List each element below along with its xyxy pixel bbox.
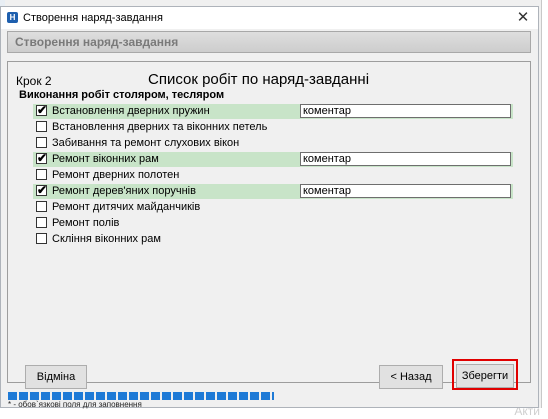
header-bar: Створення наряд-завдання: [7, 31, 531, 53]
panel-title: Список робіт по наряд-завданні: [148, 71, 370, 88]
progress-fill: [8, 392, 274, 400]
task-label: Скління віконних рам: [52, 233, 161, 245]
save-button[interactable]: Зберегти: [456, 364, 514, 388]
progress-segment-gap: [215, 392, 217, 400]
required-fields-note: * - обов`язкові поля для заповнення: [8, 400, 142, 409]
task-row[interactable]: Встановлення дверних та віконних петель: [33, 120, 513, 135]
task-checkbox[interactable]: ✔: [36, 103, 48, 117]
progress-segment-gap: [127, 392, 129, 400]
progress-bar: [8, 392, 274, 400]
task-checkbox[interactable]: ✔: [36, 151, 48, 165]
task-checkbox[interactable]: [36, 233, 47, 244]
task-label: Ремонт дверних полотен: [52, 169, 180, 181]
group-label: Виконання робіт столяром, тесляром: [19, 89, 225, 101]
task-checkbox[interactable]: [36, 137, 47, 148]
task-dialog: H Створення наряд-завдання ✕ Створення н…: [0, 6, 539, 409]
check-icon: ✔: [37, 151, 48, 165]
progress-segment-gap: [116, 392, 118, 400]
task-label: Забивання та ремонт слухових вікон: [52, 137, 240, 149]
task-label: Встановлення дверних та віконних петель: [52, 121, 268, 133]
progress-segment-gap: [28, 392, 30, 400]
progress-segment-gap: [94, 392, 96, 400]
task-label: Ремонт віконних рам: [52, 153, 159, 165]
task-row[interactable]: Забивання та ремонт слухових вікон: [33, 136, 513, 151]
task-comment-input[interactable]: [300, 152, 511, 166]
cancel-button[interactable]: Відміна: [25, 365, 87, 389]
task-label: Ремонт дитячих майданчиків: [52, 201, 201, 213]
progress-segment-gap: [237, 392, 239, 400]
task-comment-input[interactable]: [300, 104, 511, 118]
task-label: Ремонт дерев'яних поручнів: [52, 185, 196, 197]
task-list-panel: Крок 2 Список робіт по наряд-завданні Ви…: [7, 61, 531, 383]
task-row[interactable]: ✔ Встановлення дверних пружин: [33, 103, 513, 119]
task-checkbox[interactable]: [36, 169, 47, 180]
task-checkbox[interactable]: [36, 121, 47, 132]
progress-segment-gap: [72, 392, 74, 400]
task-checkbox[interactable]: [36, 217, 47, 228]
task-row[interactable]: Ремонт дитячих майданчиків: [33, 200, 513, 215]
progress-segment-gap: [138, 392, 140, 400]
close-icon[interactable]: ✕: [512, 9, 534, 27]
progress-segment-gap: [149, 392, 151, 400]
check-icon: ✔: [37, 103, 48, 117]
progress-segment-gap: [105, 392, 107, 400]
progress-segment-gap: [50, 392, 52, 400]
progress-segment-gap: [259, 392, 261, 400]
task-row[interactable]: Ремонт полів: [33, 216, 513, 231]
check-icon: ✔: [37, 183, 48, 197]
progress-segment-gap: [270, 392, 272, 400]
progress-segment-gap: [83, 392, 85, 400]
progress-segment-gap: [61, 392, 63, 400]
task-row[interactable]: ✔ Ремонт дерев'яних поручнів: [33, 183, 513, 199]
back-button[interactable]: < Назад: [379, 365, 443, 389]
background-window-edge-right: [541, 0, 548, 419]
progress-segment-gap: [171, 392, 173, 400]
progress-segment-gap: [204, 392, 206, 400]
task-comment-input[interactable]: [300, 184, 511, 198]
task-label: Встановлення дверних пружин: [52, 105, 210, 117]
progress-segment-gap: [160, 392, 162, 400]
header-title: Створення наряд-завдання: [15, 35, 179, 49]
background-desktop: [0, 408, 548, 419]
progress-segment-gap: [226, 392, 228, 400]
progress-segment-gap: [248, 392, 250, 400]
window-title: Створення наряд-завдання: [23, 12, 163, 24]
task-checkbox[interactable]: [36, 201, 47, 212]
task-row[interactable]: Ремонт дверних полотен: [33, 168, 513, 183]
task-row[interactable]: Скління віконних рам: [33, 232, 513, 247]
title-bar: H Створення наряд-завдання ✕: [1, 7, 538, 29]
app-icon: H: [7, 12, 18, 23]
step-label: Крок 2: [16, 74, 52, 88]
task-row[interactable]: ✔ Ремонт віконних рам: [33, 151, 513, 167]
progress-segment-gap: [17, 392, 19, 400]
task-checkbox[interactable]: ✔: [36, 183, 48, 197]
task-label: Ремонт полів: [52, 217, 120, 229]
progress-segment-gap: [39, 392, 41, 400]
progress-segment-gap: [193, 392, 195, 400]
progress-segment-gap: [182, 392, 184, 400]
